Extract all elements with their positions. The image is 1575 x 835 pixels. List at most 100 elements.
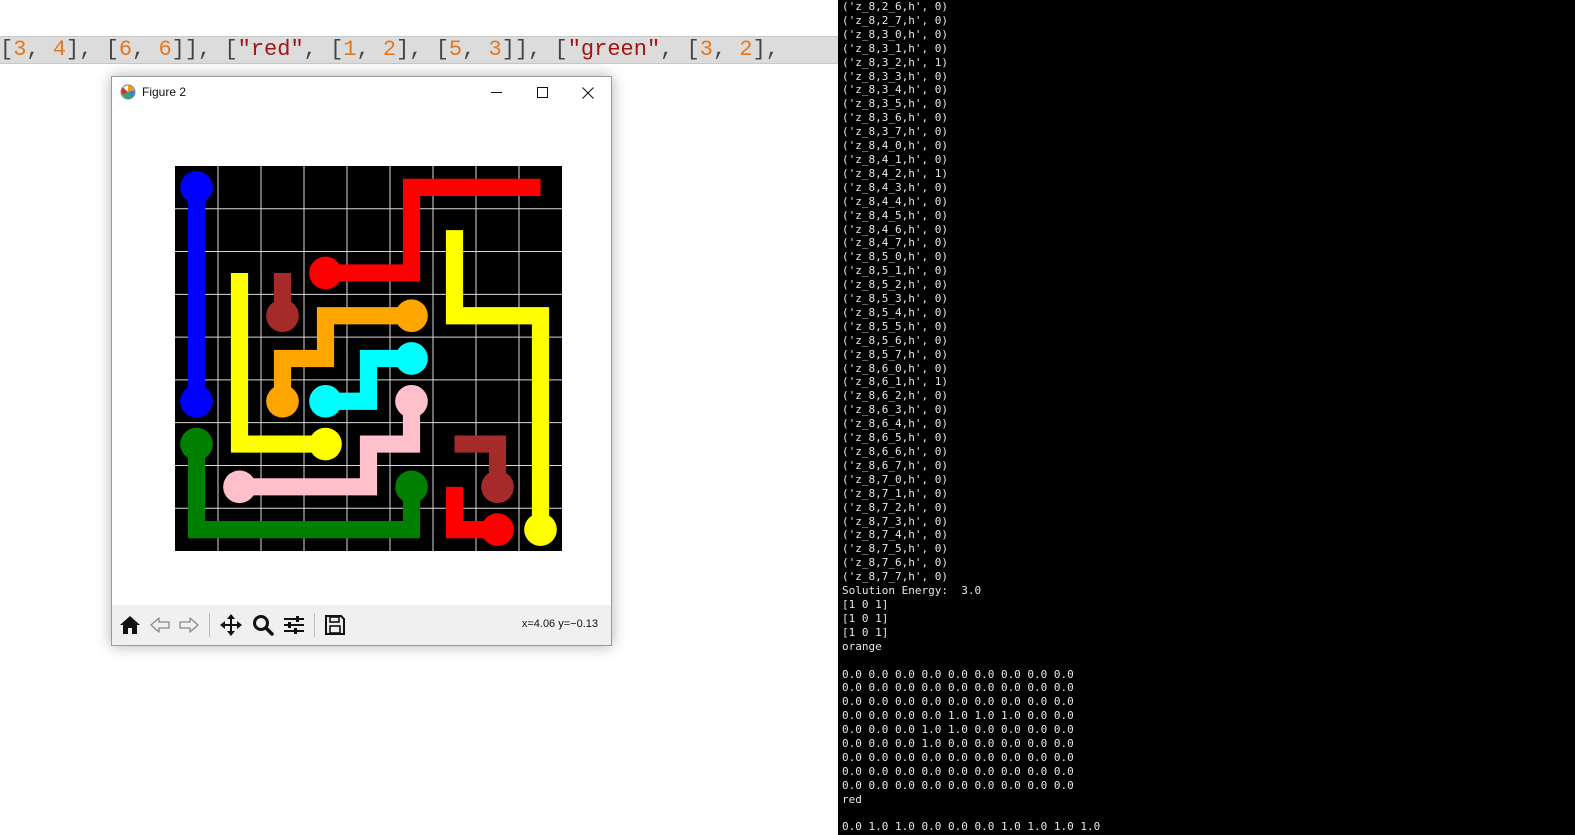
flow-endpoint-dot xyxy=(524,513,557,546)
terminal-line: ('z_8,6_5,h', 0) xyxy=(842,431,948,445)
terminal-line: ('z_8,6_4,h', 0) xyxy=(842,417,948,431)
toolbar-separator xyxy=(209,613,210,637)
flow-endpoint-dot xyxy=(180,427,213,461)
terminal-line: ('z_8,5_4,h', 0) xyxy=(842,305,948,319)
terminal-line: ('z_8,4_1,h', 0) xyxy=(842,152,948,166)
code-token: 2 xyxy=(382,37,397,62)
flow-endpoint-dot xyxy=(481,470,514,504)
code-token: 6 xyxy=(118,37,133,62)
terminal-line: ('z_8,3_6,h', 0) xyxy=(842,111,948,125)
terminal-line: ('z_8,2_6,h', 0) xyxy=(842,0,948,13)
terminal-line: ('z_8,5_0,h', 0) xyxy=(842,250,948,264)
save-icon xyxy=(325,615,345,635)
terminal-output[interactable]: ('z_8,2_6,h', 0) ('z_8,2_7,h', 0) ('z_8,3_… xyxy=(838,0,1575,835)
flow-endpoint-dot xyxy=(395,342,428,375)
terminal-line: ('z_8,4_3,h', 0) xyxy=(842,180,948,194)
configure-subplots-icon xyxy=(284,616,304,634)
code-token: , [ xyxy=(303,37,344,62)
home-button[interactable] xyxy=(116,611,144,639)
flow-endpoint-dot xyxy=(180,171,213,204)
code-token: , xyxy=(356,37,383,62)
terminal-line: [1 0 1] xyxy=(842,611,889,625)
terminal-line: orange xyxy=(842,639,882,653)
terminal-line: ('z_8,2_7,h', 0) xyxy=(842,13,948,27)
code-token: 6 xyxy=(158,37,172,62)
terminal-line: ('z_8,7_7,h', 0) xyxy=(842,570,948,584)
save-button[interactable] xyxy=(321,611,349,639)
terminal-line: ('z_8,6_1,h', 1) xyxy=(842,375,948,389)
matplotlib-icon xyxy=(120,84,136,100)
terminal-line: 0.0 0.0 0.0 0.0 0.0 0.0 0.0 0.0 0.0 xyxy=(842,681,1074,695)
pan-button[interactable] xyxy=(217,611,245,639)
terminal-line: ('z_8,4_7,h', 0) xyxy=(842,236,948,250)
close-icon xyxy=(582,86,594,99)
zoom-icon xyxy=(253,615,274,636)
home-icon xyxy=(120,616,140,634)
terminal-line: ('z_8,3_7,h', 0) xyxy=(842,125,948,139)
terminal-line: ('z_8,3_3,h', 0) xyxy=(842,69,948,83)
terminal-line: ('z_8,7_4,h', 0) xyxy=(842,528,948,542)
terminal-line: 0.0 0.0 0.0 0.0 0.0 0.0 0.0 0.0 0.0 xyxy=(842,764,1074,778)
cursor-coordinates: x=4.06 y=−0.13 xyxy=(521,618,598,630)
code-token: 3 xyxy=(488,37,502,62)
code-token: ], [ xyxy=(396,37,449,62)
terminal-line: [1 0 1] xyxy=(842,597,889,611)
terminal-line: ('z_8,4_6,h', 0) xyxy=(842,222,948,236)
terminal-line: 0.0 0.0 0.0 0.0 0.0 0.0 0.0 0.0 0.0 xyxy=(842,695,1074,709)
terminal-line: ('z_8,6_6,h', 0) xyxy=(842,445,948,458)
terminal-line: red xyxy=(842,792,862,806)
terminal-line: 0.0 1.0 1.0 0.0 0.0 0.0 1.0 1.0 1.0 1.0 xyxy=(842,820,1101,834)
flow-endpoint-dot xyxy=(395,470,428,504)
terminal-line: ('z_8,5_2,h', 0) xyxy=(842,278,948,292)
code-token: ]], [ xyxy=(171,37,238,62)
terminal-line: 0.0 0.0 0.0 1.0 0.0 0.0 0.0 0.0 0.0 xyxy=(842,737,1074,751)
code-token: , xyxy=(132,37,159,62)
code-token: ], xyxy=(752,37,779,62)
terminal-line: ('z_8,7_3,h', 0) xyxy=(842,514,948,528)
window-title: Figure 2 xyxy=(142,85,187,99)
terminal-lines: ('z_8,2_6,h', 0) ('z_8,2_7,h', 0) ('z_8,3_… xyxy=(842,0,1100,834)
terminal-line: 0.0 0.0 0.0 0.0 1.0 1.0 1.0 0.0 0.0 xyxy=(842,709,1074,723)
figure-window: Figure 2 x=4.06 y=−0.13 xyxy=(111,76,612,646)
terminal-line: ('z_8,4_2,h', 1) xyxy=(842,166,948,180)
flow-endpoint-dot xyxy=(395,299,428,333)
code-token: , xyxy=(462,37,489,62)
code-token: 3 xyxy=(699,37,713,62)
flow-endpoint-dot xyxy=(309,256,342,290)
configure-subplots-button[interactable] xyxy=(280,611,308,639)
code-token: "green" xyxy=(567,37,661,62)
terminal-line: ('z_8,4_5,h', 0) xyxy=(842,208,948,222)
maximize-button[interactable] xyxy=(519,77,565,108)
flow-endpoint-dot xyxy=(266,384,299,418)
code-token: ]], [ xyxy=(501,37,568,62)
terminal-line: ('z_8,7_1,h', 0) xyxy=(842,486,948,500)
zoom-button[interactable] xyxy=(249,611,277,639)
flow-endpoint-dot xyxy=(395,384,428,418)
forward-button[interactable] xyxy=(175,611,203,639)
flow-grid-plot[interactable] xyxy=(175,166,562,551)
terminal-line: 0.0 0.0 0.0 0.0 0.0 0.0 0.0 0.0 0.0 xyxy=(842,778,1074,792)
minimize-button[interactable] xyxy=(473,77,519,108)
code-token: "red" xyxy=(237,37,304,62)
toolbar-separator xyxy=(314,613,315,637)
flow-endpoint-dot xyxy=(309,427,342,461)
close-button[interactable] xyxy=(565,77,611,108)
code-token: 5 xyxy=(448,37,463,62)
code-token: , [ xyxy=(660,37,700,62)
code-token: [ xyxy=(0,37,14,62)
terminal-line: ('z_8,7_2,h', 0) xyxy=(842,500,948,514)
terminal-line: 0.0 0.0 0.0 1.0 1.0 0.0 0.0 0.0 0.0 xyxy=(842,723,1074,737)
terminal-line: ('z_8,3_1,h', 0) xyxy=(842,41,948,55)
flow-endpoint-dot xyxy=(180,384,213,418)
code-token: 3 xyxy=(13,37,27,62)
terminal-line: 0.0 0.0 0.0 0.0 0.0 0.0 0.0 0.0 0.0 xyxy=(842,750,1074,764)
terminal-line: ('z_8,6_7,h', 0) xyxy=(842,458,948,472)
back-button[interactable] xyxy=(146,611,174,639)
titlebar[interactable]: Figure 2 xyxy=(112,77,611,108)
code-token: , xyxy=(712,37,740,62)
terminal-line: ('z_8,6_0,h', 0) xyxy=(842,361,948,375)
terminal-line: ('z_8,3_5,h', 0) xyxy=(842,97,948,111)
code-line: [3, 4], [6, 6]], ["red", [1, 2], [5, 3]]… xyxy=(0,36,843,64)
terminal-line: ('z_8,3_2,h', 1) xyxy=(842,55,948,69)
